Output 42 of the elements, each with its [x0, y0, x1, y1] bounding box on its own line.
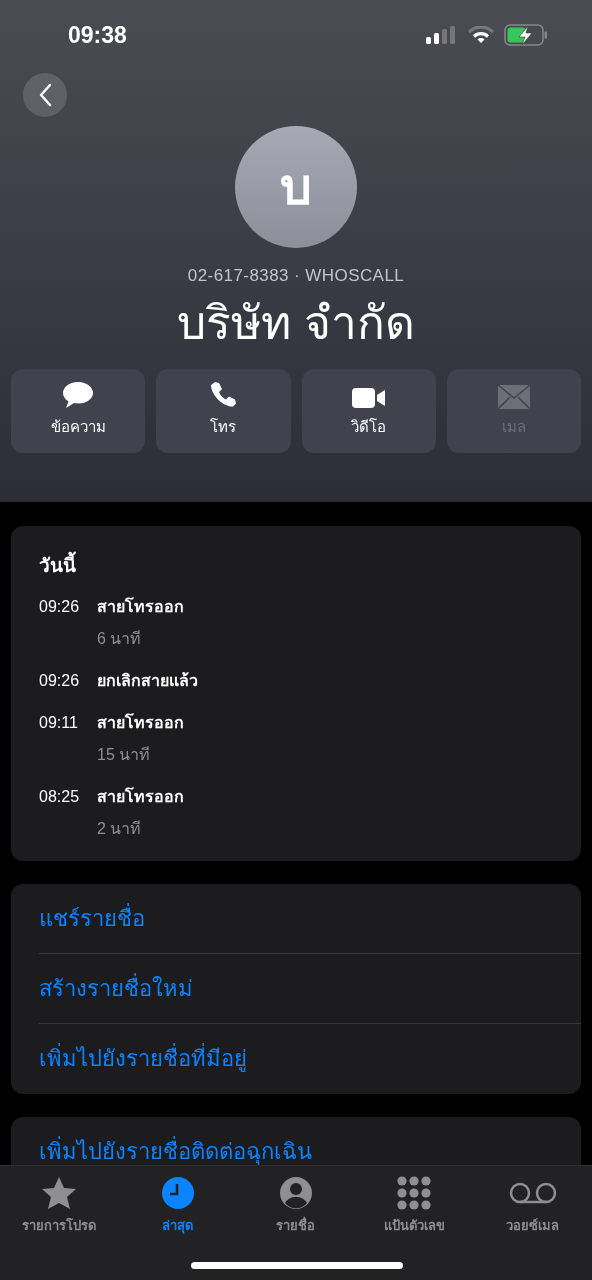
clock-icon	[160, 1176, 195, 1210]
wifi-icon	[468, 26, 494, 44]
option-link[interactable]: เพิ่มไปยังรายชื่อติดต่อฉุกเฉิน	[39, 1116, 312, 1168]
contact-subtitle: 02-617-8383 · WHOSCALL	[187, 265, 405, 287]
call-time: 09:11	[39, 712, 79, 733]
call-duration: 2 นาที	[96, 818, 143, 839]
section-heading: วันนี้	[39, 552, 581, 581]
tab-bar-item[interactable]: รายชื่อ	[236, 1174, 356, 1236]
star-icon	[41, 1176, 78, 1210]
envelope-icon	[496, 384, 531, 410]
signal-icon	[426, 26, 458, 44]
avatar: บ	[235, 126, 357, 248]
back-button[interactable]	[23, 73, 67, 117]
battery-icon	[504, 24, 548, 46]
option-link[interactable]: สร้างรายชื่อใหม่	[39, 971, 193, 1005]
tab-bar-item[interactable]: แป้นตัวเลข	[355, 1174, 474, 1236]
keypad-icon	[397, 1176, 432, 1210]
contact-name: บริษัท จำกัด	[177, 295, 415, 351]
speech-bubble-icon	[61, 380, 96, 410]
call-type: ยกเลิกสายแล้ว	[97, 670, 198, 691]
tab-bar-item[interactable]: วอยซ์เมล	[473, 1174, 592, 1236]
video-button[interactable]: วิดีโอ	[301, 368, 436, 453]
call-type: สายโทรออก	[97, 712, 184, 733]
call-time: 09:26	[39, 670, 81, 691]
phone-icon	[208, 380, 239, 410]
call-time: 09:26	[39, 596, 81, 617]
call-time: 08:25	[39, 786, 81, 807]
call-duration: 6 นาที	[96, 628, 143, 649]
person-icon	[279, 1176, 313, 1210]
call-type: สายโทรออก	[97, 596, 184, 617]
call-duration: 15 นาที	[96, 744, 152, 765]
voicemail-icon	[508, 1182, 557, 1204]
call-button[interactable]: โทร	[156, 368, 291, 453]
tab-bar-item[interactable]: รายการโปรด	[0, 1174, 119, 1236]
option-link[interactable]: เพิ่มไปยังรายชื่อที่มีอยู่	[39, 1042, 247, 1075]
back-icon	[38, 83, 52, 107]
message-button[interactable]: ข้อความ	[11, 368, 146, 453]
video-camera-icon	[350, 386, 387, 410]
call-type: สายโทรออก	[97, 786, 184, 807]
tab-bar-item[interactable]: ล่าสุด	[118, 1174, 237, 1236]
option-link[interactable]: แชร์รายชื่อ	[39, 901, 145, 935]
status-time: 09:38	[68, 20, 127, 50]
